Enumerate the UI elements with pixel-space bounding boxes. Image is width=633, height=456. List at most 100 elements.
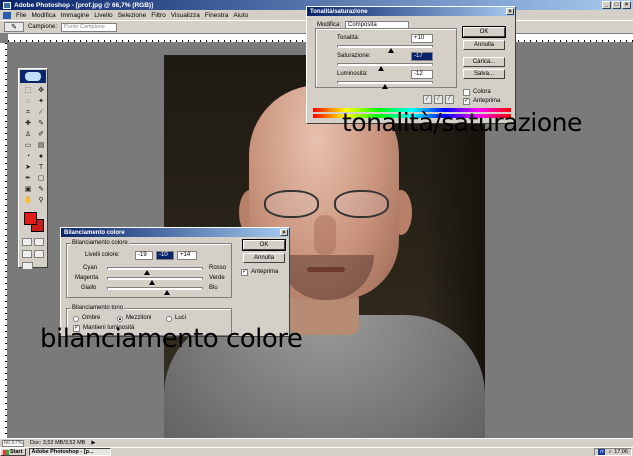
- lasso-tool-icon[interactable]: ◌: [22, 97, 34, 107]
- colorize-checkbox[interactable]: [463, 89, 470, 96]
- toolbox: ⬚ ✥ ◌ ✦ ⌗ ∕ ✚ ✎ ♙ ✐ ▭ ▤ ◔ ● ➤ T ✒ ▢ ▣ ✎ …: [18, 68, 48, 270]
- move-tool-icon[interactable]: ✥: [35, 86, 47, 96]
- taskbar-photoshop-item[interactable]: Adobe Photoshop - [p...: [28, 448, 111, 456]
- color-swatches[interactable]: [22, 210, 44, 234]
- zoom-field[interactable]: 66,67%: [2, 439, 24, 447]
- midtones-radio[interactable]: [117, 316, 123, 322]
- magic-wand-tool-icon[interactable]: ✦: [35, 97, 47, 107]
- lightness-field[interactable]: -12: [411, 70, 433, 79]
- magenta-green-slider-thumb[interactable]: [149, 280, 155, 285]
- hand-tool-icon[interactable]: ✋: [22, 196, 34, 206]
- zoom-tool-icon[interactable]: ⚲: [35, 196, 47, 206]
- color-balance-ok-button[interactable]: OK: [242, 239, 286, 251]
- menu-filtro[interactable]: Filtro: [151, 12, 165, 19]
- highlights-radio[interactable]: [166, 316, 172, 322]
- eyedropper-minus-icon[interactable]: ⁄: [445, 95, 454, 104]
- history-brush-icon[interactable]: ✐: [35, 130, 47, 140]
- hue-slider-thumb[interactable]: [388, 48, 394, 53]
- hue-saturation-save-button[interactable]: Salva...: [463, 69, 505, 79]
- path-select-icon[interactable]: ➤: [22, 163, 34, 173]
- menu-modifica[interactable]: Modifica: [31, 12, 55, 19]
- language-indicator[interactable]: IT: [598, 449, 606, 455]
- menu-selezione[interactable]: Selezione: [118, 12, 147, 19]
- volume-icon[interactable]: ♪: [608, 449, 611, 455]
- menu-immagine[interactable]: Immagine: [61, 12, 90, 19]
- type-tool-icon[interactable]: T: [35, 163, 47, 173]
- menu-livello[interactable]: Livello: [94, 12, 112, 19]
- close-button[interactable]: ×: [622, 1, 631, 9]
- shape-tool-icon[interactable]: ▢: [35, 174, 47, 184]
- color-level-2-field[interactable]: -10: [156, 251, 174, 260]
- maximize-button[interactable]: □: [612, 1, 621, 9]
- saturation-slider[interactable]: [337, 63, 433, 71]
- color-level-1-field[interactable]: -19: [135, 251, 153, 260]
- healing-brush-icon[interactable]: ✚: [22, 119, 34, 129]
- dodge-tool-icon[interactable]: ●: [35, 152, 47, 162]
- menu-visualizza[interactable]: Visualizza: [171, 12, 200, 19]
- shadows-radio[interactable]: [73, 316, 79, 322]
- sample-size-select[interactable]: Punto Campione: [61, 22, 118, 32]
- hue-saturation-titlebar[interactable]: Tonalità/saturazione ×: [307, 7, 515, 16]
- photo-glasses: [259, 190, 394, 220]
- eraser-tool-icon[interactable]: ▭: [22, 141, 34, 151]
- gradient-tool-icon[interactable]: ▤: [35, 141, 47, 151]
- color-balance-preview-checkbox[interactable]: ✓: [241, 269, 248, 276]
- hue-preview-checkbox[interactable]: ✓: [463, 98, 470, 105]
- colorize-label: Colora: [473, 89, 491, 95]
- cyan-red-slider[interactable]: [107, 267, 203, 275]
- lightness-slider-thumb[interactable]: [382, 84, 388, 89]
- menu-file[interactable]: File: [16, 12, 26, 19]
- statusbar: 66,67% Doc: 3,52 MB/3,52 MB ▶: [0, 438, 633, 447]
- saturation-slider-thumb[interactable]: [378, 66, 384, 71]
- hue-field[interactable]: +10: [411, 34, 433, 43]
- pen-tool-icon[interactable]: ✒: [22, 174, 34, 184]
- yellow-blue-slider-thumb[interactable]: [164, 290, 170, 295]
- color-level-3-field[interactable]: +14: [177, 251, 197, 260]
- eyedropper-icon[interactable]: ✎: [35, 185, 47, 195]
- magenta-green-slider[interactable]: [107, 277, 203, 285]
- shadows-label: Ombre: [82, 315, 101, 321]
- hue-saturation-load-button[interactable]: Carica...: [463, 57, 505, 67]
- hue-slider[interactable]: [337, 45, 433, 53]
- menu-aiuto[interactable]: Aiuto: [233, 12, 248, 19]
- blur-tool-icon[interactable]: ◔: [22, 152, 34, 162]
- screen-mode-full-icon[interactable]: [34, 250, 44, 258]
- eyedropper-tool-icon[interactable]: ✎: [4, 22, 24, 32]
- clock: 17.06: [614, 449, 628, 455]
- hue-saturation-close-button[interactable]: ×: [506, 8, 514, 15]
- menu-finestra[interactable]: Finestra: [205, 12, 228, 19]
- screen-mode-standard-icon[interactable]: [22, 250, 32, 258]
- jump-row: [19, 260, 47, 272]
- color-balance-titlebar[interactable]: Bilanciamento colore ×: [61, 228, 289, 237]
- cyan-red-slider-thumb[interactable]: [144, 270, 150, 275]
- tool-grid: ⬚ ✥ ◌ ✦ ⌗ ∕ ✚ ✎ ♙ ✐ ▭ ▤ ◔ ● ➤ T ✒ ▢ ▣ ✎ …: [19, 84, 47, 208]
- standard-mode-icon[interactable]: [22, 238, 32, 246]
- start-button[interactable]: Start: [0, 448, 26, 456]
- document-icon[interactable]: [3, 11, 11, 19]
- system-tray: IT ♪ 17.06: [594, 448, 632, 456]
- slice-tool-icon[interactable]: ∕: [35, 108, 47, 118]
- color-balance-cancel-button[interactable]: Annulla: [243, 253, 285, 263]
- stamp-tool-icon[interactable]: ♙: [22, 130, 34, 140]
- eyedropper-icon-1[interactable]: ⁄: [423, 95, 432, 104]
- glasses-lens-right: [334, 190, 389, 218]
- notes-tool-icon[interactable]: ▣: [22, 185, 34, 195]
- color-levels-label: Livelli colore:: [85, 252, 120, 258]
- yellow-blue-slider[interactable]: [107, 287, 203, 295]
- color-balance-close-button[interactable]: ×: [280, 229, 288, 236]
- start-label: Start: [10, 449, 23, 455]
- brush-tool-icon[interactable]: ✎: [35, 119, 47, 129]
- crop-tool-icon[interactable]: ⌗: [22, 108, 34, 118]
- hue-saturation-cancel-button[interactable]: Annulla: [463, 40, 505, 50]
- marquee-tool-icon[interactable]: ⬚: [22, 86, 34, 96]
- saturation-field[interactable]: -17: [411, 52, 433, 61]
- toolbox-header[interactable]: [20, 70, 46, 83]
- eyedropper-plus-icon[interactable]: ⁄: [434, 95, 443, 104]
- status-arrow-icon[interactable]: ▶: [91, 440, 95, 446]
- jump-to-imageready-icon[interactable]: [22, 262, 33, 270]
- hue-saturation-ok-button[interactable]: OK: [462, 26, 506, 38]
- lightness-slider[interactable]: [337, 81, 433, 89]
- quick-mask-icon[interactable]: [34, 238, 44, 246]
- foreground-color-swatch[interactable]: [24, 212, 37, 225]
- minimize-button[interactable]: _: [602, 1, 611, 9]
